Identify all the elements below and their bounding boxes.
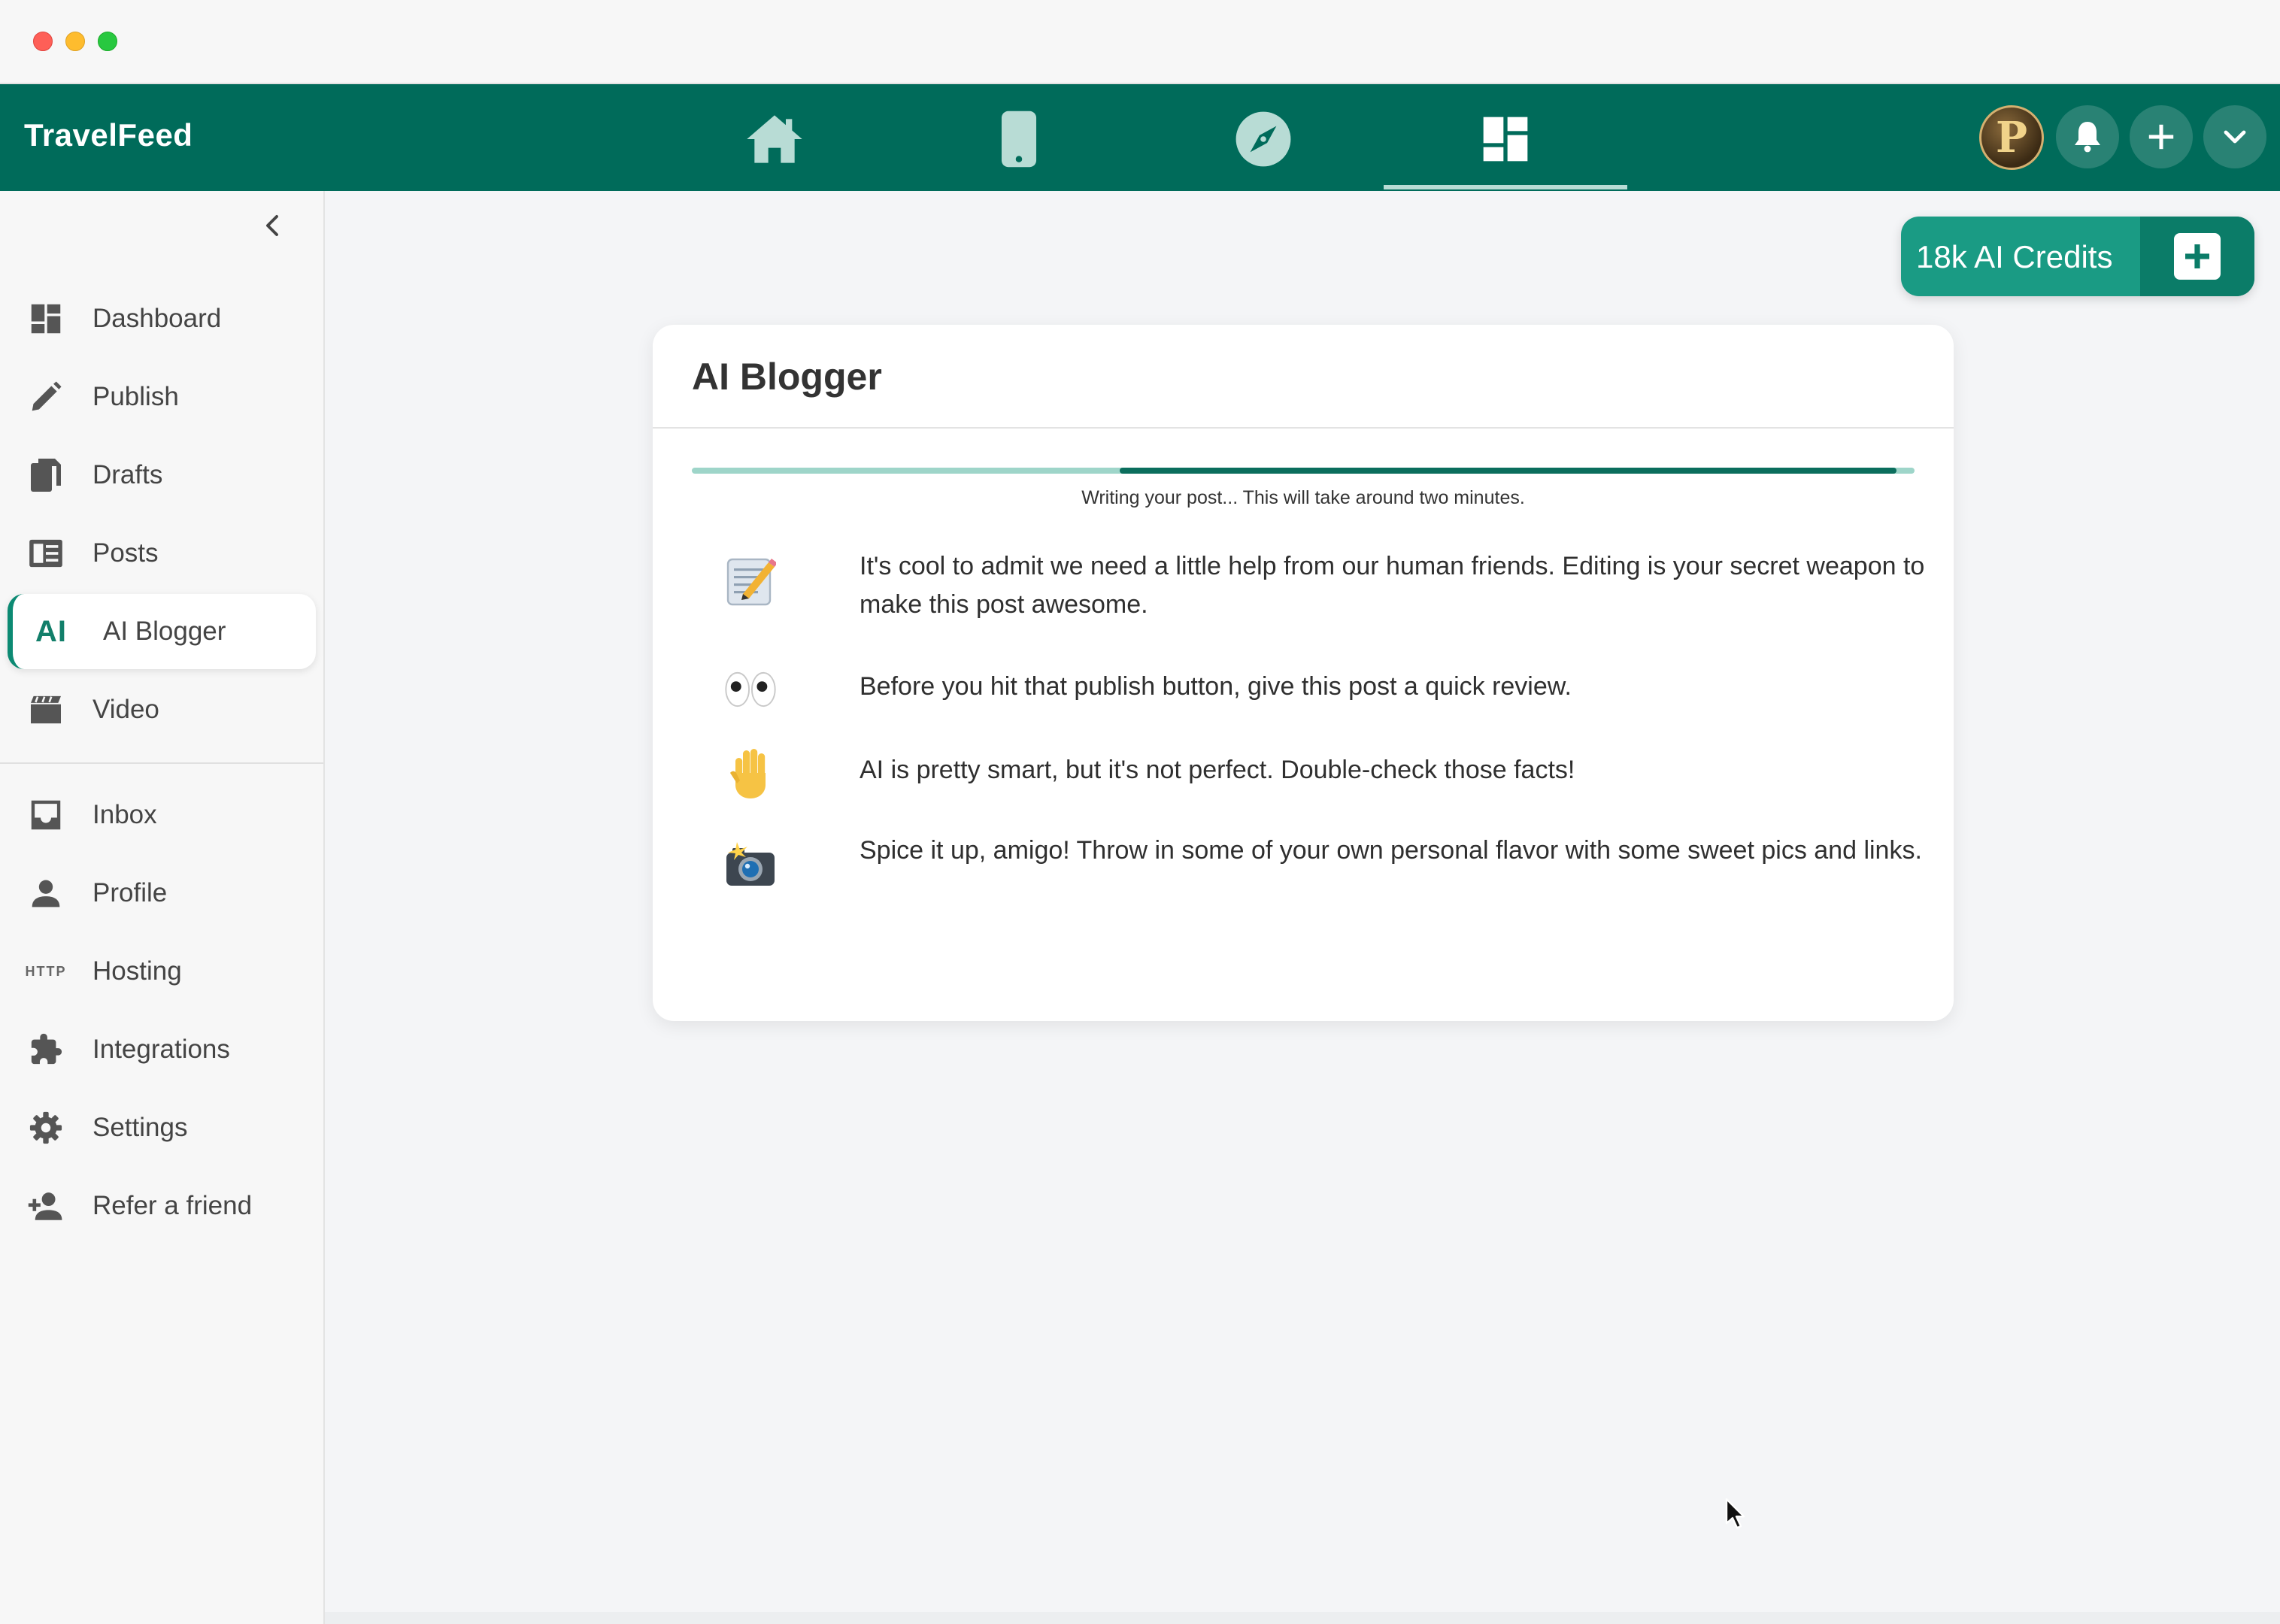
drafts-icon bbox=[27, 456, 65, 494]
progress-bar bbox=[692, 468, 1915, 474]
http-icon: HTTP bbox=[25, 963, 67, 979]
chevron-down-icon bbox=[2224, 130, 2246, 144]
dashboard-icon bbox=[1483, 117, 1528, 162]
sidebar-item-label: Inbox bbox=[92, 800, 157, 829]
maximize-window-button[interactable] bbox=[98, 32, 117, 51]
tip-text: AI is pretty smart, but it's not perfect… bbox=[860, 756, 1575, 784]
sidebar-item-publish[interactable]: Publish bbox=[8, 359, 316, 435]
nav-dashboard[interactable] bbox=[1460, 105, 1551, 173]
sidebar-divider bbox=[0, 762, 323, 764]
tip-text: It's cool to admit we need a little help… bbox=[860, 552, 1925, 619]
gear-icon bbox=[27, 1109, 65, 1147]
brand-logo-text[interactable]: TravelFeed bbox=[24, 117, 193, 153]
sidebar-item-label: Integrations bbox=[92, 1035, 230, 1064]
sidebar: Dashboard Publish Drafts Posts AI AI Blo… bbox=[0, 191, 325, 1624]
account-menu-button[interactable] bbox=[2203, 105, 2266, 168]
nav-explore[interactable] bbox=[1218, 105, 1308, 173]
progress-status-text: Writing your post... This will take arou… bbox=[1081, 487, 1525, 508]
top-navbar: TravelFeed bbox=[0, 84, 2280, 191]
sidebar-item-dashboard[interactable]: Dashboard bbox=[8, 281, 316, 356]
minimize-window-button[interactable] bbox=[65, 32, 85, 51]
sidebar-item-label: AI Blogger bbox=[103, 617, 226, 646]
sidebar-item-integrations[interactable]: Integrations bbox=[8, 1012, 316, 1087]
add-person-icon bbox=[27, 1187, 65, 1225]
memo-icon bbox=[720, 550, 781, 611]
create-button[interactable] bbox=[2130, 105, 2193, 168]
nav-active-indicator bbox=[1384, 185, 1627, 189]
collapse-sidebar-button[interactable] bbox=[260, 214, 284, 238]
sidebar-item-drafts[interactable]: Drafts bbox=[8, 438, 316, 513]
pencil-icon bbox=[27, 378, 65, 416]
dashboard-icon bbox=[27, 300, 65, 338]
sidebar-item-posts[interactable]: Posts bbox=[8, 516, 316, 591]
tip-text: Before you hit that publish button, give… bbox=[860, 672, 1572, 701]
ai-blogger-card: AI Blogger Writing your post... This wil… bbox=[653, 325, 1954, 1021]
home-icon bbox=[747, 115, 802, 163]
sidebar-item-refer[interactable]: Refer a friend bbox=[8, 1168, 316, 1244]
sidebar-item-label: Profile bbox=[92, 878, 168, 907]
avatar[interactable]: P bbox=[1979, 105, 2044, 170]
sidebar-item-label: Drafts bbox=[92, 460, 163, 489]
plus-icon bbox=[2148, 124, 2174, 150]
nav-mobile[interactable] bbox=[974, 105, 1064, 173]
progress-bar-fill bbox=[1120, 468, 1896, 474]
video-icon bbox=[27, 691, 65, 729]
sidebar-item-label: Settings bbox=[92, 1113, 188, 1142]
raised-hand-icon bbox=[720, 743, 781, 803]
mobile-icon bbox=[1001, 111, 1037, 168]
card-divider bbox=[653, 427, 1954, 429]
sidebar-item-video[interactable]: Video bbox=[8, 672, 316, 747]
main-bottom-edge bbox=[325, 1612, 2280, 1624]
buy-credits-button[interactable] bbox=[2140, 217, 2254, 296]
sidebar-item-label: Video bbox=[92, 695, 159, 724]
sidebar-item-label: Dashboard bbox=[92, 304, 222, 333]
ai-credits-label: 18k AI Credits bbox=[1916, 239, 2113, 274]
chevron-left-icon bbox=[266, 215, 278, 236]
window-titlebar bbox=[0, 0, 2280, 84]
bell-icon bbox=[2075, 122, 2100, 153]
compass-icon bbox=[1236, 111, 1291, 167]
inbox-icon bbox=[27, 796, 65, 834]
posts-icon bbox=[27, 535, 65, 572]
tip-text: Spice it up, amigo! Throw in some of you… bbox=[860, 836, 1922, 865]
notifications-button[interactable] bbox=[2056, 105, 2119, 168]
sidebar-item-settings[interactable]: Settings bbox=[8, 1090, 316, 1165]
card-title: AI Blogger bbox=[692, 356, 882, 398]
camera-flash-icon bbox=[720, 835, 781, 895]
sidebar-item-profile[interactable]: Profile bbox=[8, 856, 316, 931]
puzzle-icon bbox=[27, 1031, 65, 1068]
sidebar-item-label: Publish bbox=[92, 382, 179, 411]
sidebar-item-label: Refer a friend bbox=[92, 1191, 253, 1220]
nav-home[interactable] bbox=[729, 105, 820, 173]
sidebar-item-label: Posts bbox=[92, 538, 159, 568]
sidebar-item-inbox[interactable]: Inbox bbox=[8, 777, 316, 853]
eyes-icon bbox=[720, 659, 781, 720]
ai-icon: AI bbox=[35, 614, 67, 648]
sidebar-item-hosting[interactable]: HTTP Hosting bbox=[8, 934, 316, 1009]
person-icon bbox=[27, 874, 65, 912]
mouse-cursor-icon bbox=[1725, 1498, 1745, 1529]
plus-icon bbox=[2174, 233, 2221, 280]
ai-credits-widget[interactable]: 18k AI Credits bbox=[1901, 217, 2254, 296]
close-window-button[interactable] bbox=[33, 32, 53, 51]
sidebar-item-label: Hosting bbox=[92, 956, 182, 986]
sidebar-item-ai-blogger[interactable]: AI AI Blogger bbox=[8, 594, 316, 669]
